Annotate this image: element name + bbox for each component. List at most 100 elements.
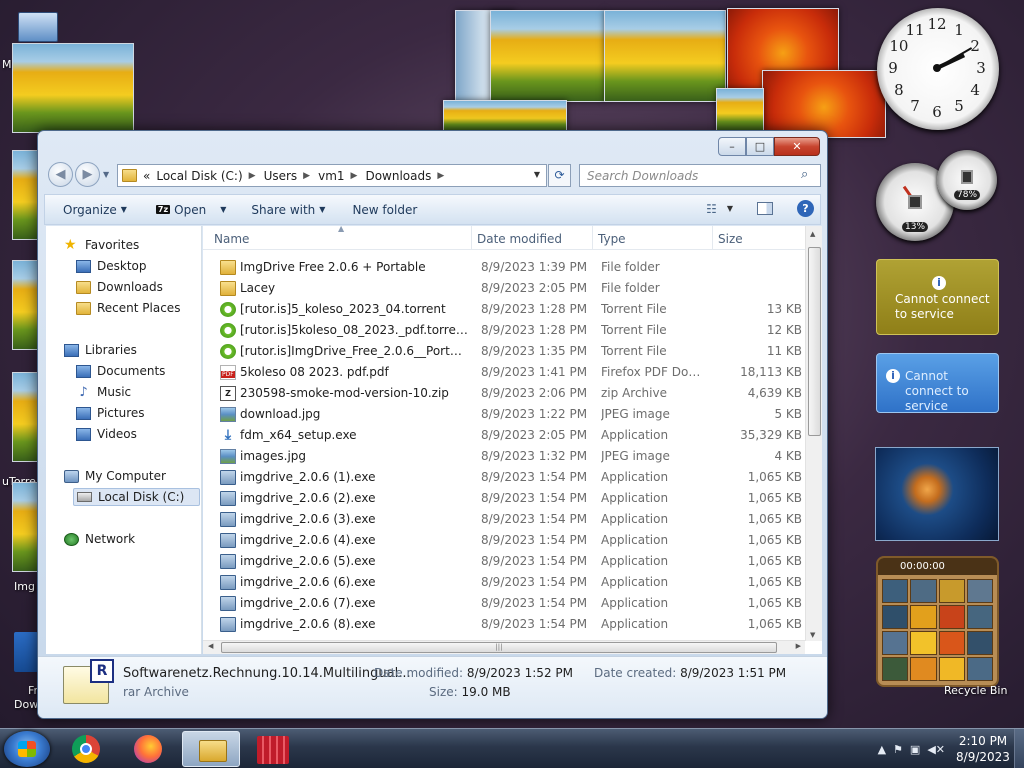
nav-desktop[interactable]: Desktop	[76, 259, 147, 273]
picture-puzzle-gadget[interactable]: 00:00:00	[876, 556, 999, 687]
chevron-right-icon[interactable]: ▶	[303, 171, 310, 181]
file-row[interactable]: [rutor.is]5koleso_08_2023._pdf.torrent 8/…	[203, 320, 804, 341]
network-tray-icon[interactable]: ▣	[910, 743, 920, 756]
show-desktop-button[interactable]	[1014, 729, 1024, 768]
puzzle-tile[interactable]	[966, 657, 993, 681]
scroll-up-arrow-icon[interactable]: ▲	[810, 230, 815, 238]
breadcrumb-users[interactable]: Users	[264, 169, 298, 183]
nav-my-computer[interactable]: My Computer	[64, 469, 166, 483]
file-row[interactable]: imgdrive_2.0.6 (8).exe 8/9/2023 1:54 PM Ap…	[203, 614, 804, 635]
file-row[interactable]: [rutor.is]5_koleso_2023_04.torrent 8/9/20…	[203, 299, 804, 320]
forward-button[interactable]: ▶	[75, 162, 100, 187]
share-with-button[interactable]: Share with ▼	[237, 203, 336, 217]
show-hidden-icons-icon[interactable]: ▲	[878, 743, 886, 756]
nav-favorites[interactable]: ★ Favorites	[64, 238, 139, 253]
horizontal-scrollbar[interactable]: ◀ ||| ▶	[203, 640, 805, 654]
recent-pages-dropdown-icon[interactable]: ▼	[103, 170, 109, 179]
action-center-icon[interactable]: ⚑	[893, 743, 903, 756]
address-overflow-chevron[interactable]: «	[143, 169, 150, 183]
puzzle-tile[interactable]	[910, 605, 937, 629]
nav-recent-places[interactable]: Recent Places	[76, 301, 180, 315]
search-icon[interactable]: ⌕	[801, 167, 808, 182]
nav-pictures[interactable]: Pictures	[76, 406, 145, 420]
file-row[interactable]: ImgDrive Free 2.0.6 + Portable 8/9/2023 1…	[203, 257, 804, 278]
refresh-button[interactable]: ⟳	[548, 164, 571, 187]
file-row[interactable]: imgdrive_2.0.6 (5).exe 8/9/2023 1:54 PM Ap…	[203, 551, 804, 572]
picture-gadget[interactable]	[875, 447, 999, 541]
file-row[interactable]: images.jpg 8/9/2023 1:32 PM JPEG image 4 KB	[203, 446, 804, 467]
desktop-thumbnail[interactable]	[12, 372, 38, 462]
file-row[interactable]: Lacey 8/9/2023 2:05 PM File folder	[203, 278, 804, 299]
file-row[interactable]: imgdrive_2.0.6 (4).exe 8/9/2023 1:54 PM Ap…	[203, 530, 804, 551]
scroll-left-arrow-icon[interactable]: ◀	[208, 642, 213, 650]
chevron-down-icon[interactable]: ▼	[727, 204, 733, 213]
file-row[interactable]: imgdrive_2.0.6 (2).exe 8/9/2023 1:54 PM Ap…	[203, 488, 804, 509]
app-shortcut-icon[interactable]	[14, 632, 38, 672]
feed-gadget[interactable]: i Cannot connect to service	[876, 259, 999, 335]
puzzle-tile[interactable]	[938, 605, 965, 629]
memory-meter-gadget[interactable]: 78%	[937, 150, 997, 210]
file-row[interactable]: [rutor.is]ImgDrive_Free_2.0.6__Portable.…	[203, 341, 804, 362]
news-gadget[interactable]: i Cannot connect to service	[876, 353, 999, 413]
file-row[interactable]: 5koleso 08 2023. pdf.pdf 8/9/2023 1:41 PM…	[203, 362, 804, 383]
breadcrumb-downloads[interactable]: Downloads	[365, 169, 431, 183]
taskbar-app[interactable]	[244, 731, 302, 767]
horizontal-scroll-thumb[interactable]: |||	[221, 642, 777, 653]
desktop-thumbnail[interactable]	[12, 150, 38, 240]
puzzle-tile[interactable]	[938, 657, 965, 681]
puzzle-tile[interactable]	[882, 605, 909, 629]
desktop-thumbnail[interactable]	[12, 43, 134, 133]
file-row[interactable]: imgdrive_2.0.6 (3).exe 8/9/2023 1:54 PM Ap…	[203, 509, 804, 530]
file-row[interactable]: imgdrive_2.0.6 (1).exe 8/9/2023 1:54 PM Ap…	[203, 467, 804, 488]
open-button[interactable]: 7z Open ▼	[138, 203, 237, 217]
vertical-scrollbar[interactable]: ▲ ▼	[805, 226, 822, 641]
breadcrumb-local-disk[interactable]: Local Disk (C:)	[156, 169, 242, 183]
column-size[interactable]: Size	[718, 232, 743, 246]
preview-pane-icon[interactable]	[757, 202, 773, 215]
file-row[interactable]: download.jpg 8/9/2023 1:22 PM JPEG image 5 …	[203, 404, 804, 425]
taskbar-chrome[interactable]	[58, 731, 116, 767]
puzzle-tile[interactable]	[910, 579, 937, 603]
computer-icon[interactable]	[18, 12, 58, 42]
puzzle-tile[interactable]	[882, 579, 909, 603]
puzzle-tile[interactable]	[938, 579, 965, 603]
file-row[interactable]: imgdrive_2.0.6 (7).exe 8/9/2023 1:54 PM Ap…	[203, 593, 804, 614]
change-view-icon[interactable]: ☷	[706, 202, 717, 216]
maximize-button[interactable]: □	[746, 137, 774, 156]
organize-button[interactable]: Organize ▼	[45, 203, 138, 217]
nav-music[interactable]: ♪ Music	[76, 385, 131, 399]
nav-downloads[interactable]: Downloads	[76, 280, 163, 294]
volume-muted-icon[interactable]: ◀✕	[927, 743, 945, 756]
breadcrumb-vm1[interactable]: vm1	[318, 169, 344, 183]
scroll-right-arrow-icon[interactable]: ▶	[796, 642, 801, 650]
start-button[interactable]	[4, 731, 50, 767]
clock-gadget[interactable]: 12 1 2 3 4 5 6 7 8 9 10 11	[877, 8, 999, 130]
chevron-right-icon[interactable]: ▶	[437, 171, 444, 181]
help-icon[interactable]: ?	[797, 200, 814, 217]
desktop-thumbnail[interactable]	[12, 260, 38, 350]
nav-local-disk[interactable]: Local Disk (C:)	[73, 488, 200, 506]
minimize-button[interactable]: –	[718, 137, 746, 156]
puzzle-tile[interactable]	[910, 657, 937, 681]
puzzle-tile[interactable]	[966, 579, 993, 603]
new-folder-button[interactable]: New folder	[336, 203, 428, 217]
file-row[interactable]: Z 230598-smoke-mod-version-10.zip 8/9/2023…	[203, 383, 804, 404]
taskbar-explorer[interactable]	[182, 731, 240, 767]
column-type[interactable]: Type	[598, 232, 626, 246]
close-button[interactable]: ✕	[774, 137, 820, 156]
tray-clock[interactable]: 2:10 PM 8/9/2023	[952, 733, 1014, 765]
back-button[interactable]: ◀	[48, 162, 73, 187]
nav-documents[interactable]: Documents	[76, 364, 165, 378]
file-row[interactable]: imgdrive_2.0.6 (6).exe 8/9/2023 1:54 PM Ap…	[203, 572, 804, 593]
nav-network[interactable]: Network	[64, 532, 135, 546]
column-date-modified[interactable]: Date modified	[477, 232, 562, 246]
vertical-scroll-thumb[interactable]	[808, 247, 821, 436]
puzzle-tile[interactable]	[966, 605, 993, 629]
address-bar[interactable]: « Local Disk (C:) ▶ Users ▶ vm1 ▶ Downlo…	[117, 164, 547, 187]
recycle-bin-label[interactable]: Recycle Bin	[944, 684, 1007, 697]
nav-videos[interactable]: Videos	[76, 427, 137, 441]
address-history-dropdown-icon[interactable]: ▼	[534, 170, 540, 179]
search-input[interactable]: Search Downloads	[579, 164, 821, 187]
puzzle-tile[interactable]	[966, 631, 993, 655]
desktop-thumbnail[interactable]	[12, 482, 38, 572]
